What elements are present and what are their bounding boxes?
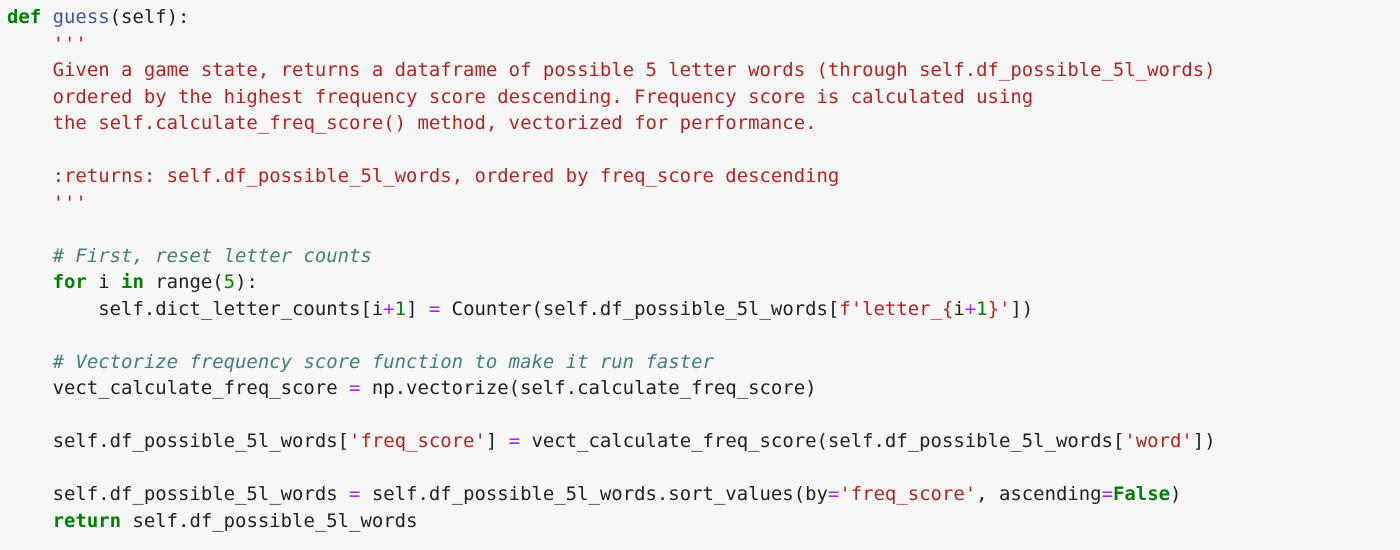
code-editor: def guess(self): ''' Given a game state,…	[0, 0, 1400, 550]
docstring-token: Given a game state, returns a dataframe …	[52, 59, 1216, 81]
comment-token: # Vectorize frequency score function to …	[52, 350, 714, 373]
code-text-token: self.df_possible_5l_words	[7, 483, 350, 505]
code-text-token: np.vectorize(self.calculate_freq_score)	[360, 377, 817, 399]
code-text-token: (self):	[109, 6, 190, 28]
operator-token: =	[827, 483, 840, 505]
code-text-token: self.df_possible_5l_words[	[7, 430, 350, 452]
string-token: 'freq_score'	[349, 430, 486, 452]
keyword-token: for	[52, 271, 87, 293]
code-text-token: ])	[1010, 297, 1034, 320]
code-text-token: ])	[1192, 430, 1216, 452]
string-token: 'freq_score'	[839, 483, 977, 505]
code-line: '''	[7, 31, 87, 58]
number-token: 5	[223, 271, 236, 293]
code-line: the self.calculate_freq_score() method, …	[7, 110, 817, 137]
keyword-token: False	[1112, 483, 1170, 505]
code-line: self.df_possible_5l_words = self.df_poss…	[7, 481, 1182, 508]
docstring-token: ordered by the highest frequency score d…	[52, 85, 1034, 108]
code-line: for i in range(5):	[7, 269, 258, 296]
code-line: vect_calculate_freq_score = np.vectorize…	[7, 375, 817, 402]
code-line: # First, reset letter counts	[7, 243, 372, 270]
docstring-token: :returns: self.df_possible_5l_words, ord…	[52, 165, 840, 187]
code-text-token: self.dict_letter_counts[i	[7, 297, 384, 320]
operator-token: =	[1101, 483, 1113, 505]
operator-token: =	[349, 377, 361, 399]
code-line: def guess(self):	[7, 4, 189, 31]
string-token: f'letter_{	[839, 297, 954, 320]
comment-token: # First, reset letter counts	[52, 244, 372, 267]
code-text-token: i	[86, 271, 122, 293]
operator-token: =	[428, 297, 441, 320]
docstring-token: the self.calculate_freq_score() method, …	[52, 112, 817, 134]
code-text-token: vect_calculate_freq_score	[7, 377, 350, 399]
string-token: 'word'	[1124, 430, 1193, 452]
docstring-token: '''	[52, 32, 87, 55]
code-line: '''	[7, 190, 87, 217]
code-text-token: i	[953, 297, 965, 320]
code-text-token: ):	[235, 271, 258, 293]
number-token: 1	[976, 297, 988, 320]
code-text-token: )	[1170, 483, 1182, 505]
keyword-token: def	[7, 6, 42, 28]
code-line: :returns: self.df_possible_5l_words, ord…	[7, 163, 840, 190]
code-text-token: range(	[143, 271, 224, 293]
code-text-token: , ascending	[976, 483, 1102, 505]
code-line: self.dict_letter_counts[i+1] = Counter(s…	[7, 296, 1033, 323]
code-text-token: Counter(self.df_possible_5l_words[	[440, 297, 840, 320]
operator-token: =	[349, 483, 361, 505]
code-line: ordered by the highest frequency score d…	[7, 84, 1034, 111]
code-text-token: ]	[485, 430, 509, 452]
string-token: }'	[987, 297, 1011, 320]
operator-token: +	[383, 297, 395, 320]
keyword-token: in	[121, 271, 144, 293]
code-line: return self.df_possible_5l_words	[7, 508, 418, 535]
docstring-token: '''	[52, 191, 87, 214]
operator-token: +	[964, 297, 977, 320]
code-text-token: vect_calculate_freq_score(self.df_possib…	[520, 430, 1125, 452]
code-text-token: self.df_possible_5l_words.sort_values(by	[360, 483, 828, 505]
code-line: self.df_possible_5l_words['freq_score'] …	[7, 428, 1216, 455]
code-text-token: ]	[406, 297, 429, 320]
code-line: Given a game state, returns a dataframe …	[7, 57, 1216, 84]
function-name-token: guess	[52, 6, 110, 28]
keyword-token: return	[52, 509, 122, 532]
code-text-token: self.df_possible_5l_words	[121, 509, 418, 532]
code-line: # Vectorize frequency score function to …	[7, 349, 714, 376]
number-token: 1	[394, 297, 407, 320]
operator-token: =	[508, 430, 521, 452]
